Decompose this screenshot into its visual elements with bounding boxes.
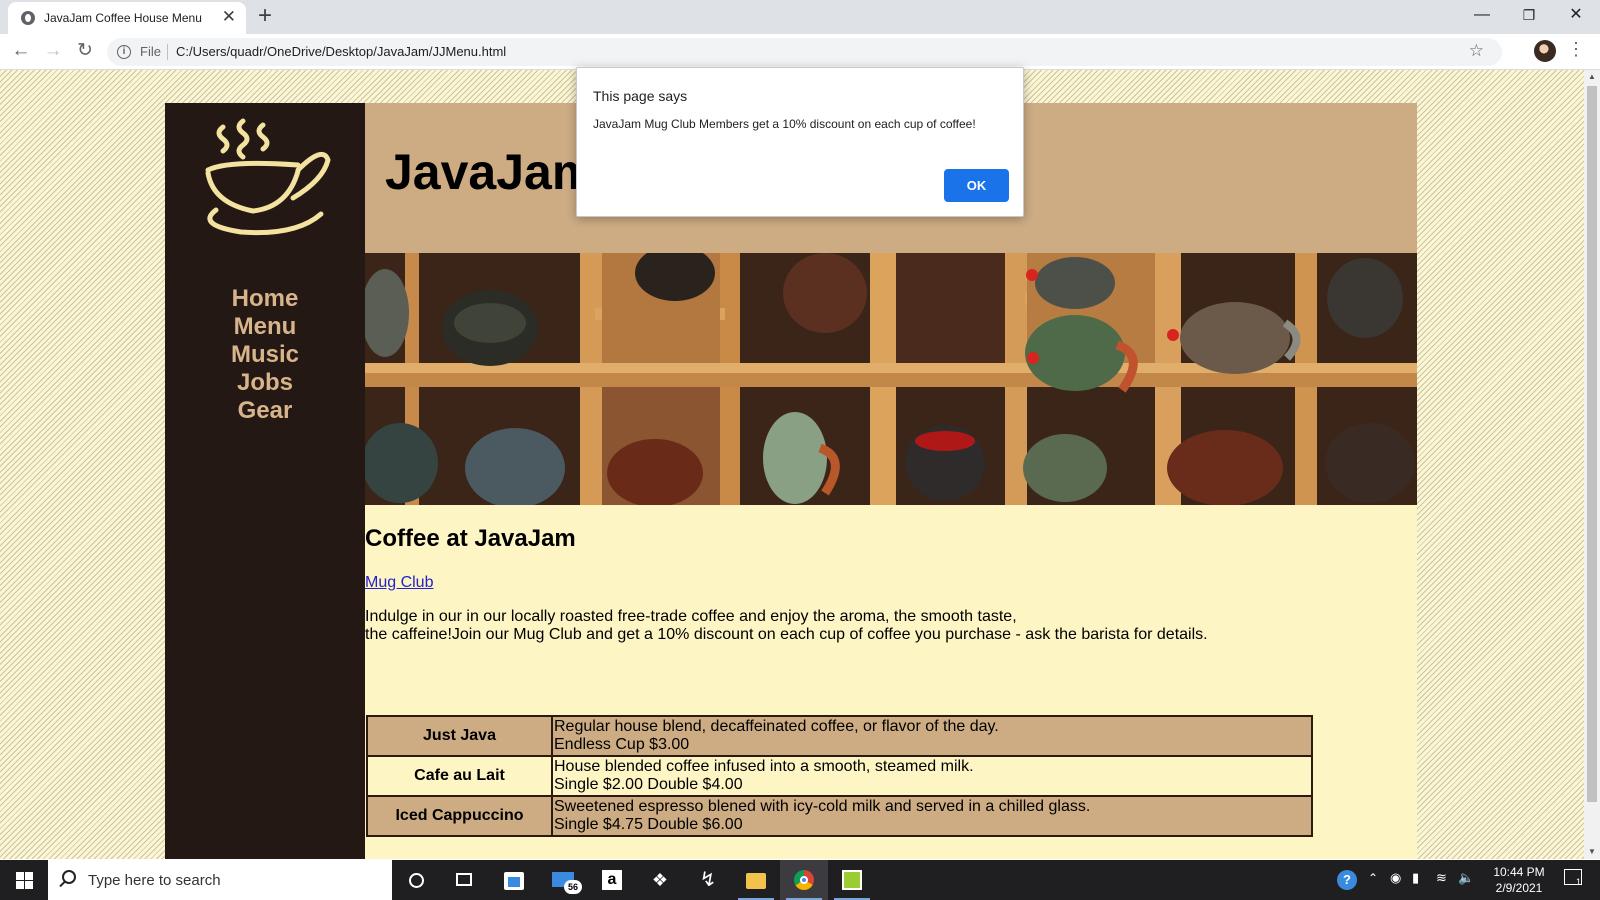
scroll-up-icon[interactable]: ▲ <box>1584 70 1600 84</box>
site-title: JavaJam <box>385 144 597 200</box>
nav-link-menu[interactable]: Menu <box>165 313 365 341</box>
dialog-message: JavaJam Mug Club Members get a 10% disco… <box>593 117 976 131</box>
dropbox-icon[interactable]: ❖ <box>636 860 684 900</box>
menu-item-desc-line1: House blended coffee infused into a smoo… <box>554 758 974 775</box>
profile-avatar[interactable] <box>1534 40 1556 62</box>
restore-icon[interactable]: ❐ <box>1509 3 1549 27</box>
browser-tab-bar: JavaJam Coffee House Menu ✕ + — ❐ ✕ <box>0 0 1600 34</box>
notification-icon[interactable]: 1 <box>1564 869 1582 887</box>
menu-item-desc-line1: Sweetened espresso blened with icy-cold … <box>554 798 1091 815</box>
intro-line-2: the caffeine!Join our Mug Club and get a… <box>365 626 1208 643</box>
clock-time: 10:44 PM <box>1493 865 1545 879</box>
notepad-icon[interactable] <box>828 860 876 900</box>
menu-item-desc-line1: Regular house blend, decaffeinated coffe… <box>554 718 999 735</box>
dialog-title: This page says <box>593 88 688 104</box>
nav-link-music[interactable]: Music <box>165 341 365 369</box>
url-text[interactable]: C:/Users/quadr/OneDrive/Desktop/JavaJam/… <box>176 44 506 59</box>
mug-club-link[interactable]: Mug Club <box>365 574 433 592</box>
search-icon <box>62 870 76 884</box>
menu-item-price: Single $4.75 Double $6.00 <box>554 816 743 833</box>
mugs-shelf-image <box>365 253 1417 505</box>
sidebar-nav: Home Menu Music Jobs Gear <box>165 103 365 859</box>
help-icon[interactable]: ? <box>1337 870 1357 890</box>
table-row: Iced Cappuccino Sweetened espresso blene… <box>366 795 1313 837</box>
menu-kebab-icon[interactable]: ⋮ <box>1567 39 1585 60</box>
coffee-cup-icon <box>205 118 331 236</box>
amazon-icon[interactable]: a <box>588 860 636 900</box>
close-tab-icon[interactable]: ✕ <box>222 8 236 25</box>
content-heading: Coffee at JavaJam <box>365 525 576 552</box>
nav-links: Home Menu Music Jobs Gear <box>165 285 365 425</box>
back-icon[interactable]: ← <box>8 39 34 63</box>
forward-icon[interactable]: → <box>40 39 66 63</box>
intro-paragraph: Indulge in our in our locally roasted fr… <box>365 608 1208 644</box>
menu-item-name: Cafe au Lait <box>366 755 553 797</box>
windows-start-icon[interactable] <box>0 860 48 900</box>
star-icon[interactable]: ☆ <box>1469 41 1484 61</box>
mail-badge: 56 <box>564 880 582 894</box>
windows-taskbar: Type here to search 56 a ❖ ↯ ? ⌃ ◉ ▮ ≋ 🔈 <box>0 860 1600 900</box>
chrome-icon[interactable] <box>780 860 828 900</box>
cortana-icon[interactable] <box>392 860 440 900</box>
search-placeholder: Type here to search <box>88 872 221 889</box>
vertical-scrollbar[interactable]: ▲ ▼ <box>1584 70 1600 859</box>
table-row: Cafe au Lait House blended coffee infuse… <box>366 755 1313 797</box>
hero-image-mugs <box>365 253 1417 505</box>
browser-toolbar: ← → ↻ i File C:/Users/quadr/OneDrive/Des… <box>0 34 1600 70</box>
minimize-icon[interactable]: — <box>1462 3 1502 27</box>
intro-line-1: Indulge in our in our locally roasted fr… <box>365 608 1017 625</box>
info-icon[interactable]: i <box>117 45 131 59</box>
battery-icon[interactable]: ▮ <box>1412 870 1419 900</box>
task-view-icon[interactable] <box>440 860 488 900</box>
menu-item-description: Regular house blend, decaffeinated coffe… <box>551 715 1313 757</box>
tab-title: JavaJam Coffee House Menu <box>44 11 202 25</box>
scheme-label: File <box>140 44 161 59</box>
file-explorer-icon[interactable] <box>732 860 780 900</box>
taskbar-clock[interactable]: 10:44 PM 2/9/2021 <box>1479 864 1559 896</box>
mail-icon[interactable]: 56 <box>540 860 588 900</box>
close-window-icon[interactable]: ✕ <box>1556 3 1596 27</box>
taskbar-search-box[interactable]: Type here to search <box>48 860 392 900</box>
nav-link-jobs[interactable]: Jobs <box>165 369 365 397</box>
alert-dialog: This page says JavaJam Mug Club Members … <box>576 67 1024 217</box>
divider <box>167 44 168 60</box>
volume-icon[interactable]: 🔈 <box>1458 870 1474 900</box>
scroll-down-icon[interactable]: ▼ <box>1584 845 1600 859</box>
menu-item-price: Endless Cup $3.00 <box>554 736 690 753</box>
nav-link-gear[interactable]: Gear <box>165 397 365 425</box>
notification-count: 1 <box>1575 877 1581 887</box>
new-tab-icon[interactable]: + <box>258 3 272 29</box>
address-bar[interactable]: i File C:/Users/quadr/OneDrive/Desktop/J… <box>107 38 1502 66</box>
menu-item-name: Just Java <box>366 715 553 757</box>
store-icon[interactable] <box>490 860 538 900</box>
device-icon[interactable]: ◉ <box>1390 870 1401 900</box>
scroll-thumb[interactable] <box>1587 86 1597 802</box>
chevron-up-icon[interactable]: ⌃ <box>1368 871 1378 900</box>
menu-item-description: House blended coffee infused into a smoo… <box>551 755 1313 797</box>
menu-item-name: Iced Cappuccino <box>366 795 553 837</box>
wifi-icon[interactable]: ≋ <box>1436 870 1447 900</box>
nav-link-home[interactable]: Home <box>165 285 365 313</box>
globe-icon <box>21 11 35 25</box>
menu-item-price: Single $2.00 Double $4.00 <box>554 776 743 793</box>
reload-icon[interactable]: ↻ <box>72 39 98 63</box>
table-row: Just Java Regular house blend, decaffein… <box>366 715 1313 757</box>
coffee-menu-table: Just Java Regular house blend, decaffein… <box>366 715 1313 837</box>
menu-item-description: Sweetened espresso blened with icy-cold … <box>551 795 1313 837</box>
dialog-ok-button[interactable]: OK <box>944 169 1009 202</box>
app-lightning-icon[interactable]: ↯ <box>684 860 732 900</box>
clock-date: 2/9/2021 <box>1495 881 1543 895</box>
browser-tab[interactable]: JavaJam Coffee House Menu ✕ <box>8 2 246 34</box>
